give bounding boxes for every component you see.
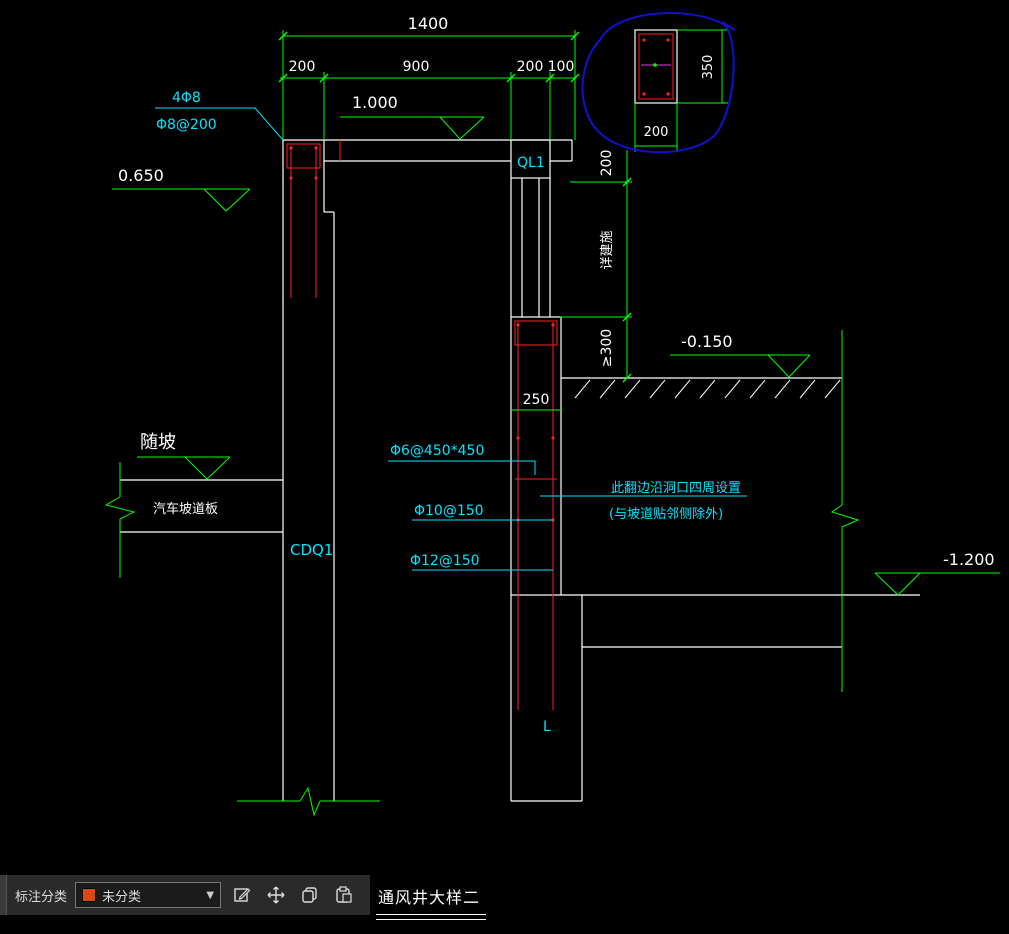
rebar-top-label: 4Φ8 (172, 90, 201, 106)
section-width: 200 (644, 125, 669, 140)
title-underline-thin (376, 919, 486, 920)
note-line-2: (与坡道贴邻侧除外) (609, 507, 723, 522)
section-height: 350 (701, 55, 716, 80)
drawing-canvas[interactable]: 1400 200 900 200 100 200 详建施 ≥300 250 35… (0, 0, 1009, 934)
elevation-top: 1.000 (352, 93, 398, 112)
annotation-toolbar: 标注分类 未分类 ▼ (0, 875, 370, 915)
edit-button[interactable] (229, 882, 255, 908)
toolbar-edge (0, 875, 7, 915)
copy-button[interactable] (297, 882, 323, 908)
move-icon (267, 886, 285, 904)
rebar-vertical-label: Φ12@150 (410, 553, 480, 569)
rebar-horizontal-label: Φ10@150 (414, 503, 484, 519)
move-button[interactable] (263, 882, 289, 908)
dim-900: 900 (403, 59, 430, 75)
dim-height-300: ≥300 (599, 329, 615, 367)
dim-100: 100 (548, 59, 575, 75)
rebar (286, 33, 674, 710)
section-marker (653, 63, 657, 67)
chevron-down-icon: ▼ (206, 889, 215, 901)
rebar-stirrup-label: Φ8@200 (156, 117, 217, 133)
dim-200-right: 200 (517, 59, 544, 75)
bar-length-label: L (543, 719, 551, 735)
elevation-bottom: -1.200 (943, 550, 995, 569)
wall-label: CDQ1 (290, 541, 333, 559)
title-underline (376, 914, 486, 915)
drawing-title: 通风井大样二 (378, 888, 481, 907)
annotation-category-select[interactable]: 未分类 ▼ (75, 882, 222, 908)
dimension-ticks (278, 31, 632, 383)
rebar-tie-label: Φ6@450*450 (390, 443, 484, 459)
paste-icon (336, 886, 352, 903)
edit-icon (234, 888, 251, 902)
ramp-slab-label: 汽车坡道板 (153, 501, 218, 517)
color-swatch (82, 888, 97, 902)
copy-icon (302, 887, 317, 903)
select-value: 未分类 (102, 889, 142, 905)
dim-200-left: 200 (289, 59, 316, 75)
dim-height-variable: 详建施 (600, 230, 615, 269)
dim-width-250: 250 (523, 392, 550, 408)
slope-label: 随坡 (140, 432, 176, 453)
dim-overall: 1400 (408, 14, 449, 33)
paste-button[interactable] (331, 882, 357, 908)
annotation-category-label: 标注分类 (15, 889, 68, 905)
concrete-outline (120, 29, 920, 802)
leader-lines (155, 107, 747, 571)
elevation-ground: -0.150 (681, 332, 733, 351)
note-line-1: 此翻边沿洞口四周设置 (611, 481, 741, 496)
ground-hatch (574, 379, 841, 399)
beam-label: QL1 (517, 155, 545, 171)
elevation-mid: 0.650 (118, 166, 164, 185)
dim-height-200: 200 (599, 150, 615, 177)
